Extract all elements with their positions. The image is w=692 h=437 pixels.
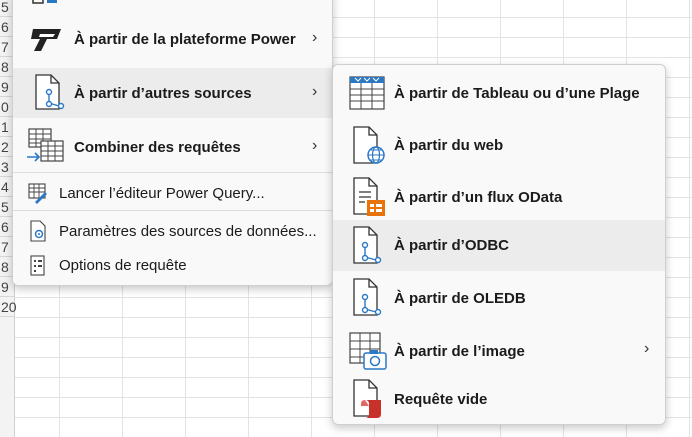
- submenu-item-label: À partir de OLEDB: [394, 290, 526, 307]
- submenu-item-odbc[interactable]: À partir d’ODBC: [333, 220, 665, 271]
- menu-separator: [13, 172, 332, 173]
- menu-item-datasource-settings[interactable]: Paramètres des sources de données...: [13, 215, 332, 247]
- web-globe-icon: [351, 125, 389, 167]
- datasource-settings-icon: [28, 220, 48, 242]
- menu-item-label: À partir d’autres sources: [74, 85, 252, 102]
- submenu-item-odata[interactable]: À partir d’un flux OData: [333, 171, 665, 223]
- menu-item-other-sources[interactable]: À partir d’autres sources ›: [13, 68, 332, 118]
- submenu-item-oledb[interactable]: À partir de OLEDB: [333, 272, 665, 324]
- submenu-item-blank-query[interactable]: Requête vide: [333, 375, 665, 423]
- menu-item-power-platform[interactable]: À partir de la plateforme Power ›: [13, 20, 332, 60]
- other-sources-submenu: À partir de Tableau ou d’une Plage À par…: [332, 64, 666, 425]
- partial-icon: [31, 0, 61, 9]
- menu-item-label: Lancer l’éditeur Power Query...: [59, 185, 265, 202]
- submenu-item-label: À partir de l’image: [394, 343, 525, 360]
- blank-query-icon: [351, 378, 389, 420]
- chevron-right-icon: ›: [644, 340, 650, 357]
- image-camera-icon: [348, 331, 388, 371]
- menu-item-query-options[interactable]: Options de requête: [13, 250, 332, 282]
- odbc-icon: [351, 225, 389, 267]
- submenu-item-label: À partir d’ODBC: [394, 237, 510, 254]
- file-connector-icon: [31, 73, 69, 113]
- menu-item-combine-queries[interactable]: Combiner des requêtes ›: [13, 124, 332, 170]
- table-range-icon: [348, 75, 386, 111]
- submenu-item-image[interactable]: À partir de l’image ›: [333, 327, 665, 377]
- menu-item-launch-editor[interactable]: Lancer l’éditeur Power Query...: [13, 176, 332, 208]
- submenu-item-label: Requête vide: [394, 391, 488, 408]
- odata-feed-icon: [351, 176, 389, 218]
- power-platform-icon: [27, 25, 67, 55]
- menu-item-label: Options de requête: [59, 257, 187, 274]
- chevron-right-icon: ›: [312, 83, 318, 100]
- query-options-icon: [28, 255, 48, 277]
- submenu-item-label: À partir de Tableau ou d’une Plage: [394, 85, 640, 102]
- menu-separator: [13, 210, 332, 211]
- menu-item-top-partial[interactable]: [13, 0, 332, 13]
- chevron-right-icon: ›: [312, 137, 318, 154]
- submenu-item-label: À partir du web: [394, 137, 504, 154]
- menu-item-label: Paramètres des sources de données...: [59, 223, 317, 240]
- submenu-item-table-range[interactable]: À partir de Tableau ou d’une Plage: [333, 69, 665, 119]
- oledb-icon: [351, 277, 389, 319]
- submenu-item-web[interactable]: À partir du web: [333, 121, 665, 171]
- row-number[interactable]: 20: [0, 297, 17, 317]
- chevron-right-icon: ›: [312, 29, 318, 46]
- menu-item-label: À partir de la plateforme Power: [74, 31, 296, 48]
- menu-item-label: Combiner des requêtes: [74, 139, 241, 156]
- submenu-item-label: À partir d’un flux OData: [394, 189, 563, 206]
- combine-tables-icon: [25, 127, 67, 167]
- edit-query-icon: [27, 182, 49, 204]
- get-data-menu: À partir de la plateforme Power › À part…: [12, 0, 333, 286]
